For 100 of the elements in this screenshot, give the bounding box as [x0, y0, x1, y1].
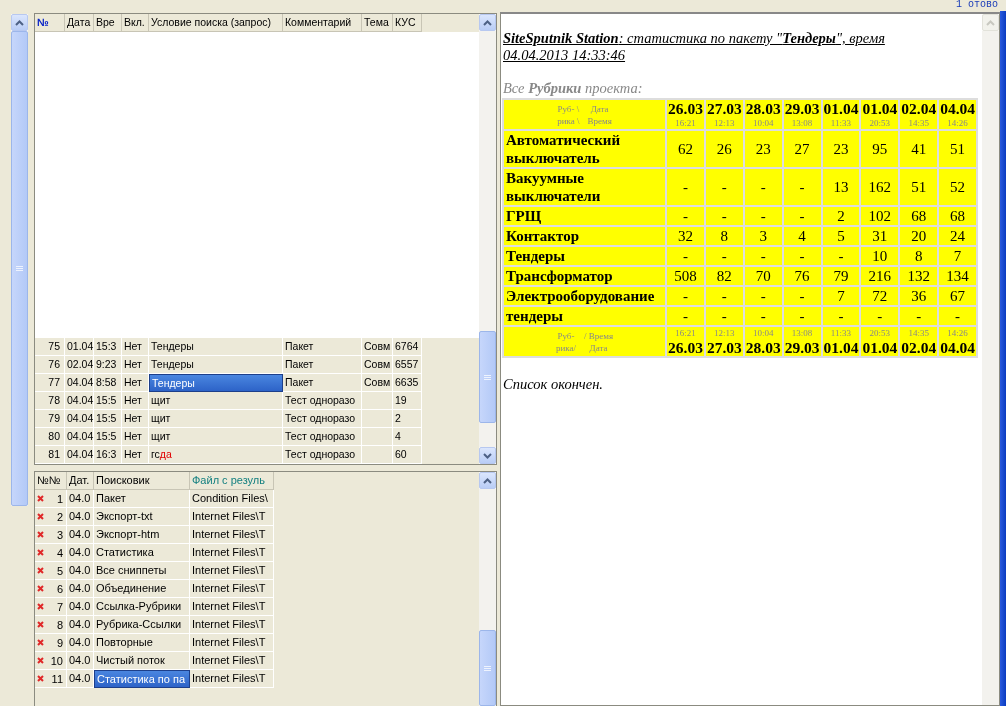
table-cell: щит [149, 392, 283, 410]
table-cell: Internet Files\T [190, 670, 274, 688]
table-cell[interactable]: Рубрика-Ссылки [94, 616, 190, 634]
table-cell: 76 [35, 356, 65, 374]
table-value: - [916, 308, 922, 324]
table-cell[interactable]: Объединение [94, 580, 190, 598]
row-number: 10 [50, 654, 63, 667]
category-name: ГРЩ [506, 208, 542, 224]
table-cell: Internet Files\T [190, 508, 274, 526]
table-cell[interactable]: Ссылка-Рубрики [94, 598, 190, 616]
column-date: 26.03 [668, 100, 703, 117]
table-value: 32 [677, 228, 693, 244]
corner-label: рика \ [557, 114, 580, 127]
table-cell: 04.0 [67, 490, 94, 508]
table-cell: 04.04 [65, 410, 94, 428]
scroll-up-button[interactable] [11, 14, 28, 31]
category-name: Электрооборудование [506, 288, 655, 304]
table-cell: Нет [122, 446, 149, 464]
category-name: Тендеры [506, 248, 566, 264]
row-number: 7 [56, 600, 63, 613]
table-cell: 01.04 [65, 338, 94, 356]
row-number: 4 [56, 546, 63, 559]
table-cell[interactable]: Все сниппеты [94, 562, 190, 580]
column-time: 16:21 [674, 327, 697, 339]
column-time: 13:08 [790, 327, 814, 339]
chevron-up-icon [483, 477, 492, 484]
category-name: Контактор [506, 228, 579, 244]
table-cell[interactable]: Повторные [94, 634, 190, 652]
table-cell: Тест одноразо [283, 410, 362, 428]
column-header[interactable]: Файл с резуль [190, 472, 274, 490]
table-value: 3 [759, 228, 767, 244]
table-cell: гсда [149, 446, 283, 464]
table-cell: Internet Files\T [190, 580, 274, 598]
column-date: 27.03 [706, 100, 742, 117]
table-cell: 04.0 [67, 598, 94, 616]
table-cell: 77 [35, 374, 65, 392]
table-cell: Совм [362, 356, 393, 374]
column-time: 10:04 [751, 117, 775, 129]
table-cell [362, 392, 393, 410]
table-value: 7 [953, 248, 962, 264]
table-value: - [721, 248, 727, 264]
scrollbar-thumb[interactable] [479, 630, 496, 706]
chevron-down-icon [483, 452, 492, 459]
table-value: 4 [798, 228, 806, 244]
row-number: 11 [51, 672, 63, 685]
table-cell[interactable]: Экспорт-txt [94, 508, 190, 526]
table-value: 95 [872, 141, 888, 157]
chevron-up-icon [483, 19, 492, 26]
column-time: 10:04 [751, 327, 775, 339]
table-cell: 6635 [393, 374, 422, 392]
column-time: 12:13 [713, 327, 736, 339]
table-cell: Тест одноразо [283, 446, 362, 464]
table-cell: 04.0 [67, 616, 94, 634]
scrollbar-thumb[interactable] [479, 331, 496, 423]
column-header[interactable]: Дат. [67, 472, 94, 490]
table-cell [362, 428, 393, 446]
table-cell: Пакет [283, 374, 362, 392]
table-cell[interactable]: Пакет [94, 490, 190, 508]
table-cell: Тест одноразо [283, 428, 362, 446]
column-time: 20:53 [868, 327, 892, 339]
table-cell: Condition Files\ [190, 490, 274, 508]
table-cell: Internet Files\T [190, 652, 274, 670]
table-cell: 04.04 [65, 392, 94, 410]
table-value: 134 [946, 268, 969, 284]
table-value: - [799, 308, 805, 324]
scroll-up-button[interactable] [479, 472, 496, 489]
chevron-up-icon [986, 19, 995, 26]
table-cell: Совм [362, 338, 393, 356]
table-cell: 78 [35, 392, 65, 410]
scroll-down-button[interactable] [479, 447, 496, 464]
table-value: 23 [755, 141, 771, 157]
table-cell: 81 [35, 446, 65, 464]
column-date: 28.03 [745, 339, 781, 356]
table-cell: Пакет [283, 338, 362, 356]
table-value: 10 [872, 248, 888, 264]
table-cell[interactable]: Экспорт-htm [94, 526, 190, 544]
column-header[interactable]: №№ [35, 472, 67, 490]
table-value: 79 [833, 268, 849, 284]
table-value: - [682, 208, 688, 224]
corner-label: / Время [584, 329, 614, 342]
table-value: 52 [950, 179, 966, 195]
table-cell: 2 [393, 410, 422, 428]
table-value: 8 [914, 248, 923, 264]
table-cell: 04.0 [67, 562, 94, 580]
column-header[interactable]: Поисковик [94, 472, 190, 490]
column-date: 01.04 [862, 100, 898, 117]
report-title: SiteSputnik Station: статистика по пакету "Тендеры", время 04.04.2013 14:33:46 [503, 30, 886, 64]
scroll-up-button[interactable] [479, 14, 496, 31]
table-cell: Совм [362, 374, 393, 392]
table-value: - [721, 208, 727, 224]
table-value: 8 [720, 228, 729, 244]
scrollbar-thumb[interactable] [11, 31, 28, 506]
table-cell[interactable]: Статистика [94, 544, 190, 562]
table-value: - [838, 248, 844, 264]
table-cell: Internet Files\T [190, 544, 274, 562]
table-value: 41 [911, 141, 927, 157]
table-cell[interactable]: Статистика по па [94, 670, 190, 688]
column-time: 13:08 [790, 117, 814, 129]
table-cell: 79 [35, 410, 65, 428]
corner-label: Дата [588, 341, 609, 354]
